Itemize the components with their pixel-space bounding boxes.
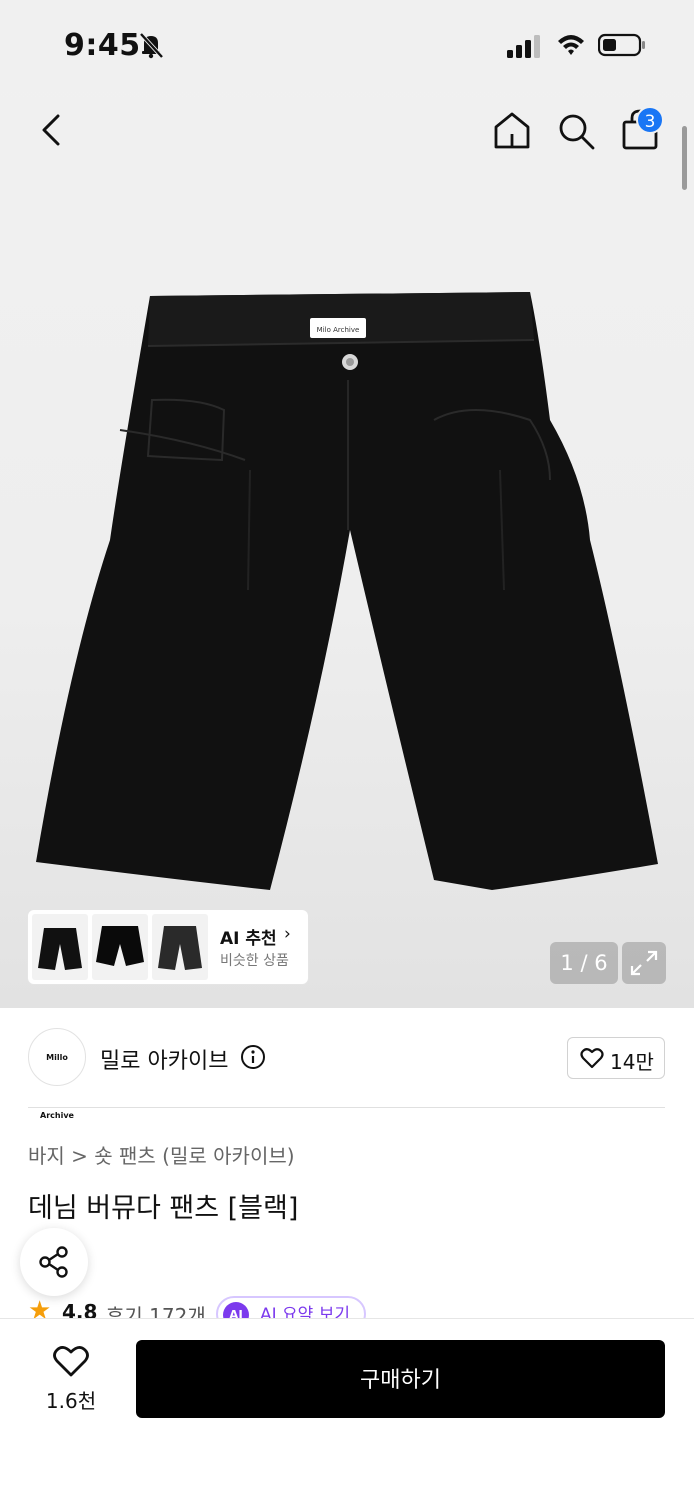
search-icon[interactable] bbox=[556, 110, 596, 152]
share-icon bbox=[39, 1246, 68, 1278]
thumbnail-3[interactable] bbox=[152, 914, 208, 980]
ai-recommend-subtitle: 비슷한 상품 bbox=[220, 953, 289, 969]
scrollbar[interactable] bbox=[682, 126, 687, 190]
home-icon[interactable] bbox=[492, 110, 532, 152]
status-bar: 9:45 bbox=[0, 0, 694, 92]
divider bbox=[28, 1107, 665, 1108]
brand-tag-text: Milo Archive bbox=[317, 326, 360, 334]
product-photo-shorts[interactable]: Milo Archive bbox=[30, 280, 670, 920]
rating-value: 4.8 bbox=[62, 1300, 98, 1320]
wifi-icon bbox=[558, 35, 584, 55]
expand-icon bbox=[630, 950, 658, 976]
rating-row: ★ 4.8 후기 172개 AI AI 요약 보기 bbox=[28, 1296, 668, 1320]
brand-name[interactable]: 밀로 아카이브 bbox=[100, 1043, 228, 1075]
status-time: 9:45 bbox=[64, 28, 141, 63]
bell-muted-icon bbox=[139, 32, 164, 59]
chevron-right-icon: › bbox=[284, 924, 291, 944]
thumbnail-1[interactable] bbox=[32, 914, 88, 980]
thumbnail-2[interactable] bbox=[92, 914, 148, 980]
breadcrumb[interactable]: 바지 > 숏 팬츠 (밀로 아카이브) bbox=[28, 1140, 295, 1169]
heart-icon[interactable] bbox=[52, 1344, 90, 1378]
brand-like-count: 14만 bbox=[610, 1050, 654, 1074]
share-button[interactable] bbox=[20, 1228, 88, 1296]
thumbnail-2-image bbox=[96, 926, 144, 966]
thumbnail-1-image bbox=[38, 928, 82, 970]
ai-recommend-card[interactable]: AI 추천 › 비슷한 상품 bbox=[28, 910, 308, 984]
expand-image-button[interactable] bbox=[622, 942, 666, 984]
buy-button[interactable]: 구매하기 bbox=[136, 1340, 665, 1418]
brand-like-button[interactable]: 14만 bbox=[567, 1037, 665, 1079]
review-count[interactable]: 후기 172개 bbox=[106, 1300, 206, 1320]
heart-icon bbox=[580, 1048, 604, 1069]
wish-count: 1.6천 bbox=[45, 1389, 97, 1413]
ai-recommend-title[interactable]: AI 추천 bbox=[220, 924, 277, 949]
brand-logo[interactable]: Millo Archive bbox=[28, 1028, 86, 1120]
product-title: 데님 버뮤다 팬츠 [블랙] bbox=[28, 1193, 299, 1224]
back-icon[interactable] bbox=[34, 110, 74, 150]
star-icon: ★ bbox=[28, 1296, 52, 1320]
ai-summary-button[interactable]: AI AI 요약 보기 bbox=[216, 1296, 367, 1320]
thumbnail-3-image bbox=[158, 926, 202, 970]
image-page-indicator: 1 / 6 bbox=[550, 942, 618, 984]
cart-count-badge: 3 bbox=[636, 106, 664, 134]
battery-icon bbox=[598, 33, 645, 57]
info-icon[interactable] bbox=[240, 1044, 266, 1070]
signal-icon bbox=[507, 35, 540, 58]
